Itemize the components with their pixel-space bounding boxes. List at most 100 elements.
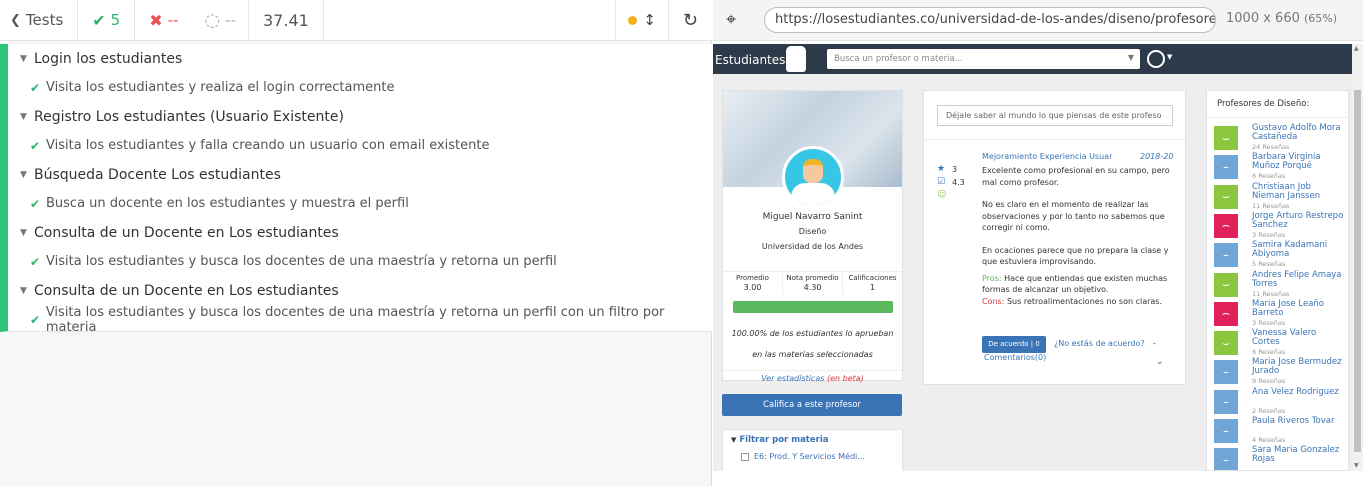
neutral-face-icon: – — [1214, 243, 1238, 268]
duration-value: 37.41 — [263, 10, 309, 30]
suite-row[interactable]: ▼ Registro Los estudiantes (Usuario Exist… — [8, 102, 712, 131]
professor-item[interactable]: – Maria Jose Bermudez Jurado 9 Reseñas — [1214, 358, 1346, 388]
professor-name-link[interactable]: Barbara Virginia Muñoz Porqué — [1252, 153, 1344, 171]
test-runner-panel: ❮ Tests ✔ 5 ✖ -- ◌ -- 37.41 ↕ ↻ ▼ Login los e… — [0, 0, 712, 486]
brand-title[interactable]: Estudiantes — [715, 53, 785, 67]
professor-reviews: 24 Reseñas — [1252, 143, 1290, 151]
suite-row[interactable]: ▼ Login los estudiantes — [8, 44, 712, 73]
review-input[interactable]: Déjale saber al mundo lo que piensas de … — [937, 105, 1173, 126]
pros-label: Pros: — [982, 273, 1002, 283]
chevron-left-icon: ❮ — [10, 12, 21, 28]
scroll-toggle-icon[interactable]: ↕ — [643, 11, 656, 29]
professor-name-link[interactable]: Ana Velez Rodriguez — [1252, 387, 1344, 397]
test-title: Visita los estudiantes y busca los docen… — [46, 254, 557, 269]
cons-text: Sus retroalimentaciones no son claras. — [1006, 296, 1163, 306]
rerun-button[interactable]: ↻ — [669, 0, 712, 40]
happy-face-icon: ⌣ — [1214, 184, 1238, 209]
url-field[interactable]: https://losestudiantes.co/universidad-de… — [764, 7, 1216, 33]
test-row[interactable]: ✔ Visita los estudiantes y falla creando … — [8, 131, 712, 160]
page-scrollbar[interactable]: ▲ ▼ — [1352, 44, 1363, 471]
professor-name-link[interactable]: Jorge Arturo Restrepo Sanchez — [1252, 211, 1344, 230]
caret-down-icon: ▼ — [20, 111, 27, 122]
suite-title: Login los estudiantes — [34, 50, 183, 67]
professor-name-link[interactable]: Vanessa Valero Cortes — [1252, 329, 1344, 347]
professor-name-link[interactable]: Andres Felipe Amaya Torres — [1252, 270, 1344, 289]
professor-reviews: 5 Reseñas — [1252, 260, 1286, 269]
happy-face-icon: ⌣ — [1214, 331, 1238, 356]
review-course[interactable]: Mejoramiento Experiencia Usuar — [982, 152, 1112, 161]
professor-item[interactable]: ⌣ Andres Felipe Amaya Torres 11 Reseñas — [1214, 270, 1346, 301]
reload-icon: ↻ — [682, 9, 698, 31]
checkbox-icon[interactable] — [741, 452, 749, 461]
profile-card: Miguel Navarro Sanint Diseño Universidad… — [722, 90, 903, 383]
test-title: Visita los estudiantes y busca los docen… — [45, 304, 665, 335]
agree-button[interactable]: De acuerdo | 0 — [982, 336, 1046, 353]
professor-reviews: 6 Reseñas — [1252, 172, 1286, 181]
professor-reviews: 3 Reseñas — [1252, 230, 1286, 239]
user-avatar-icon[interactable] — [1147, 50, 1165, 68]
professor-name-link[interactable]: Christiaan Job Nieman Janssen — [1252, 182, 1344, 201]
stat-label: Calificaciones — [848, 274, 897, 282]
stats-link[interactable]: Ver estadísticas (en beta) — [723, 370, 902, 383]
review-pros: Pros: Hace que entiendas que existen muc… — [982, 273, 1177, 296]
professor-name-link[interactable]: Paula Riveros Tovar — [1252, 417, 1344, 426]
check-icon: ✔ — [30, 80, 41, 95]
professor-item[interactable]: ⌢ Jorge Arturo Restrepo Sanchez 3 Reseñas — [1214, 211, 1346, 242]
filter-item[interactable]: E6: Prod. Y Servicios Médi... — [741, 452, 865, 461]
review-score-1: 3 — [952, 165, 958, 174]
profile-avatar — [782, 146, 844, 208]
stat-label: Promedio — [736, 274, 769, 282]
professor-item[interactable]: – Paula Riveros Tovar 4 Reseñas — [1214, 417, 1346, 447]
professor-item[interactable]: ⌢ Maria Jose Leaño Barreto 3 Reseñas — [1214, 299, 1346, 330]
neutral-face-icon: – — [1214, 389, 1238, 414]
comments-link[interactable]: Comentarios(0) — [984, 353, 1046, 362]
expand-chevron-icon[interactable]: ⌄ — [1156, 357, 1164, 367]
professor-item[interactable]: – Ana Velez Rodriguez 2 Reseñas — [1214, 387, 1346, 418]
professor-reviews: 6 Reseñas — [1252, 348, 1286, 357]
professor-name-link[interactable]: Sara Maria Gonzalez Rojas — [1252, 446, 1344, 464]
test-row[interactable]: ✔ Visita los estudiantes y busca los doce… — [8, 247, 712, 276]
professor-item[interactable]: ⌣ Vanessa Valero Cortes 6 Reseñas — [1214, 329, 1346, 359]
duration: 37.41 — [249, 0, 324, 40]
scroll-up-icon[interactable]: ▲ — [1354, 45, 1359, 52]
passed-count[interactable]: ✔ 5 — [78, 0, 136, 40]
suite-row[interactable]: ▼ Consulta de un Docente en Los estudiant… — [8, 218, 712, 247]
stat-cell: Nota promedio 4.30 — [783, 272, 843, 295]
test-row[interactable]: ✔ Visita los estudiantes y busca los doce… — [8, 304, 712, 335]
professor-name-link[interactable]: Gustavo Adolfo Mora Castañeda — [1252, 124, 1344, 142]
professor-item[interactable]: – Sara Maria Gonzalez Rojas — [1214, 446, 1346, 470]
pending-value: -- — [225, 11, 236, 29]
happy-face-icon: ⌣ — [1214, 272, 1238, 297]
professor-reviews: 2 Reseñas — [1252, 406, 1286, 415]
filter-title[interactable]: ▼ Filtrar por materia — [731, 435, 828, 445]
selector-playground-icon[interactable]: ⌖ — [726, 9, 736, 30]
user-menu-caret-icon[interactable]: ▼ — [1167, 53, 1172, 61]
tests-back-button[interactable]: ❮ Tests — [0, 0, 79, 40]
professor-dept: Diseño — [798, 227, 827, 236]
test-row[interactable]: ✔ Busca un docente en los estudiantes y m… — [8, 189, 712, 218]
stats-link-text[interactable]: Ver estadísticas — [761, 374, 824, 383]
professor-item[interactable]: ⌣ Christiaan Job Nieman Janssen 11 Reseñas — [1214, 182, 1346, 213]
disagree-link[interactable]: ¿No estás de acuerdo? — [1054, 339, 1145, 348]
rate-professor-button[interactable]: Califica a este profesor — [722, 394, 902, 416]
professor-name-link[interactable]: Maria Jose Leaño Barreto — [1252, 299, 1344, 318]
review-score-2: 4.3 — [952, 178, 965, 187]
test-row[interactable]: ✔ Visita los estudiantes y realiza el log… — [8, 73, 712, 102]
search-select[interactable]: Busca un profesor o materia... ▼ — [827, 49, 1140, 69]
failed-count[interactable]: ✖ -- — [135, 0, 192, 40]
professor-name-link[interactable]: Samira Kadamani Abiyoma — [1252, 241, 1344, 259]
suite-row[interactable]: ▼ Consulta de un Docente en Los estudiant… — [8, 276, 712, 305]
suite-row[interactable]: ▼ Búsqueda Docente Los estudiantes — [8, 160, 712, 189]
professor-item[interactable]: – Samira Kadamani Abiyoma 5 Reseñas — [1214, 241, 1346, 271]
professor-reviews: 4 Reseñas — [1252, 436, 1286, 444]
professor-name-link[interactable]: Maria Jose Bermudez Jurado — [1252, 358, 1344, 376]
review-cons: Cons: Sus retroalimentaciones no son cla… — [982, 296, 1177, 308]
neutral-face-icon: – — [1214, 155, 1238, 180]
app-preview: ⌖ https://losestudiantes.co/universidad-… — [713, 0, 1363, 486]
stat-value: 3.00 — [743, 283, 762, 292]
scroll-down-icon[interactable]: ▼ — [1354, 462, 1359, 469]
professor-item[interactable]: – Barbara Virginia Muñoz Porqué 6 Reseñas — [1214, 153, 1346, 183]
pending-count[interactable]: ◌ -- — [192, 0, 249, 40]
scrollbar-thumb[interactable] — [1354, 90, 1361, 452]
professor-item[interactable]: ⌣ Gustavo Adolfo Mora Castañeda 24 Reseñas — [1214, 124, 1346, 154]
